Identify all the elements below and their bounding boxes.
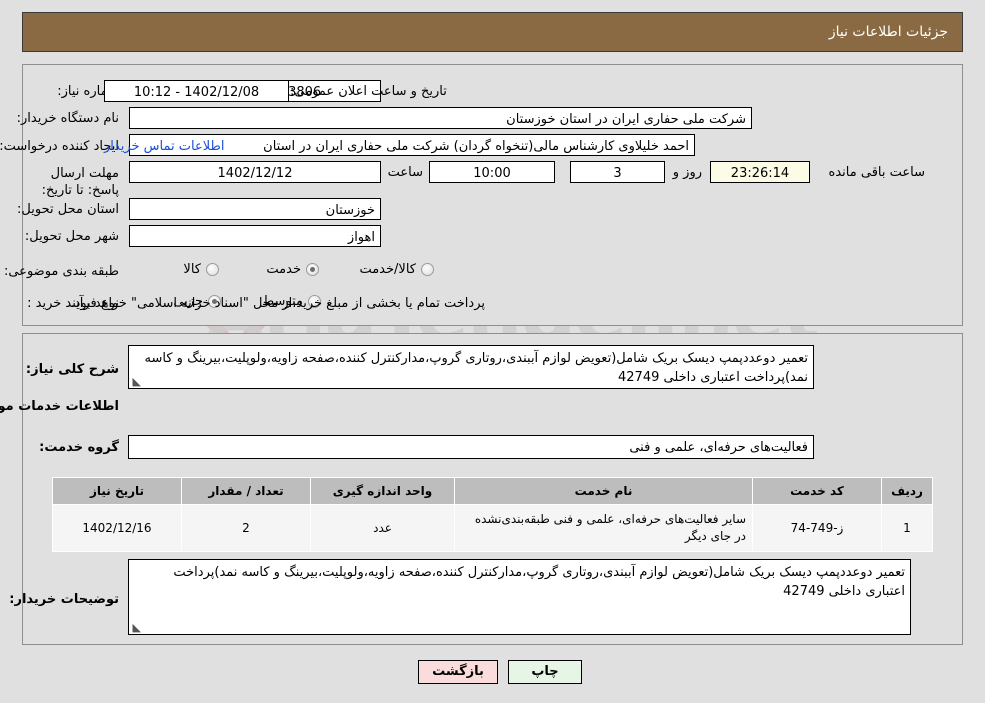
radio-category-kala-khedmat-indicator[interactable] [421,263,434,276]
buyer-org-value: شرکت ملی حفاری ایران در استان خوزستان [129,107,752,129]
th-quantity: تعداد / مقدار [181,477,311,505]
th-unit: واحد اندازه گیری [310,477,455,505]
general-desc-textarea[interactable]: تعمیر دوعددپمپ دیسک بریک شامل(تعویض لواز… [128,345,814,389]
page-header-bar: جزئیات اطلاعات نیاز [22,12,963,52]
resize-grip-icon[interactable]: ◣ [131,376,141,387]
radio-category-kala-khedmat[interactable]: کالا/خدمت [359,262,434,277]
cell-service-name: سایر فعالیت‌های حرفه‌ای، علمی و فنی طبقه… [454,504,753,552]
deadline-date-value: 1402/12/12 [129,161,381,183]
page-title: جزئیات اطلاعات نیاز [828,24,948,40]
countdown-label: ساعت باقی مانده [828,165,925,180]
general-desc-value: تعمیر دوعددپمپ دیسک بریک شامل(تعویض لواز… [144,351,808,385]
th-service-code: کد خدمت [752,477,882,505]
deadline-hour-value: 10:00 [429,161,555,183]
th-row-no: ردیف [881,477,933,505]
announce-datetime-value: 1402/12/08 - 10:12 [104,80,289,102]
cell-unit: عدد [310,504,455,552]
cell-row-no: 1 [881,504,933,552]
city-value: اهواز [129,225,381,247]
city-label: شهر محل تحویل: [24,229,119,244]
announce-datetime-label: تاریخ و ساعت اعلان عمومی: [290,84,447,99]
cell-service-code: ز-749-74 [752,504,882,552]
tender-details-page: AriaTender.net جزئیات اطلاعات نیاز شماره… [0,0,985,703]
print-button[interactable]: چاپ [508,660,582,684]
radio-category-khedmat-indicator[interactable] [306,263,319,276]
requester-label: ایجاد کننده درخواست: [0,139,119,154]
countdown-value: 23:26:14 [710,161,810,183]
radio-category-kala-label: کالا [183,262,201,277]
deadline-label: مهلت ارسال پاسخ: تا تاریخ: [41,166,119,198]
province-label: استان محل تحویل: [17,202,119,217]
radio-category-khedmat[interactable]: خدمت [266,262,319,277]
table-row: 1 ز-749-74 سایر فعالیت‌های حرفه‌ای، علمی… [52,504,933,552]
treasury-note: پرداخت تمام یا بخشی از مبلغ خرید،از محل … [70,296,485,311]
buyer-contact-link[interactable]: اطلاعات تماس خریدار [104,139,224,154]
radio-category-khedmat-label: خدمت [266,262,301,277]
radio-category-kala[interactable]: کالا [183,262,219,277]
services-section-title: اطلاعات خدمات مورد نیاز [0,399,119,414]
resize-grip-icon-2[interactable]: ◣ [131,622,141,633]
need-info-panel [22,64,963,326]
cell-quantity: 2 [181,504,311,552]
buyer-notes-label: توضیحات خریدار: [9,592,119,607]
service-group-value: فعالیت‌های حرفه‌ای، علمی و فنی [128,435,814,459]
back-button[interactable]: بازگشت [418,660,498,684]
th-service-name: نام خدمت [454,477,753,505]
buyer-org-label: نام دستگاه خریدار: [16,111,119,126]
services-table: ردیف کد خدمت نام خدمت واحد اندازه گیری ت… [52,477,933,552]
remaining-days-label: روز و [672,165,702,180]
buyer-notes-value: تعمیر دوعددپمپ دیسک بریک شامل(تعویض لواز… [173,565,905,599]
th-need-date: تاریخ نیاز [52,477,182,505]
cell-need-date: 1402/12/16 [52,504,182,552]
radio-category-kala-khedmat-label: کالا/خدمت [359,262,416,277]
radio-category-kala-indicator[interactable] [206,263,219,276]
category-label: طبقه بندی موضوعی: [3,264,119,279]
buyer-notes-textarea[interactable]: تعمیر دوعددپمپ دیسک بریک شامل(تعویض لواز… [128,559,911,635]
general-desc-label: شرح کلی نیاز: [25,362,119,377]
deadline-hour-label: ساعت [387,165,423,180]
remaining-days-value: 3 [570,161,665,183]
province-value: خوزستان [129,198,381,220]
service-group-label: گروه خدمت: [39,440,119,455]
table-header-row: ردیف کد خدمت نام خدمت واحد اندازه گیری ت… [52,477,933,505]
